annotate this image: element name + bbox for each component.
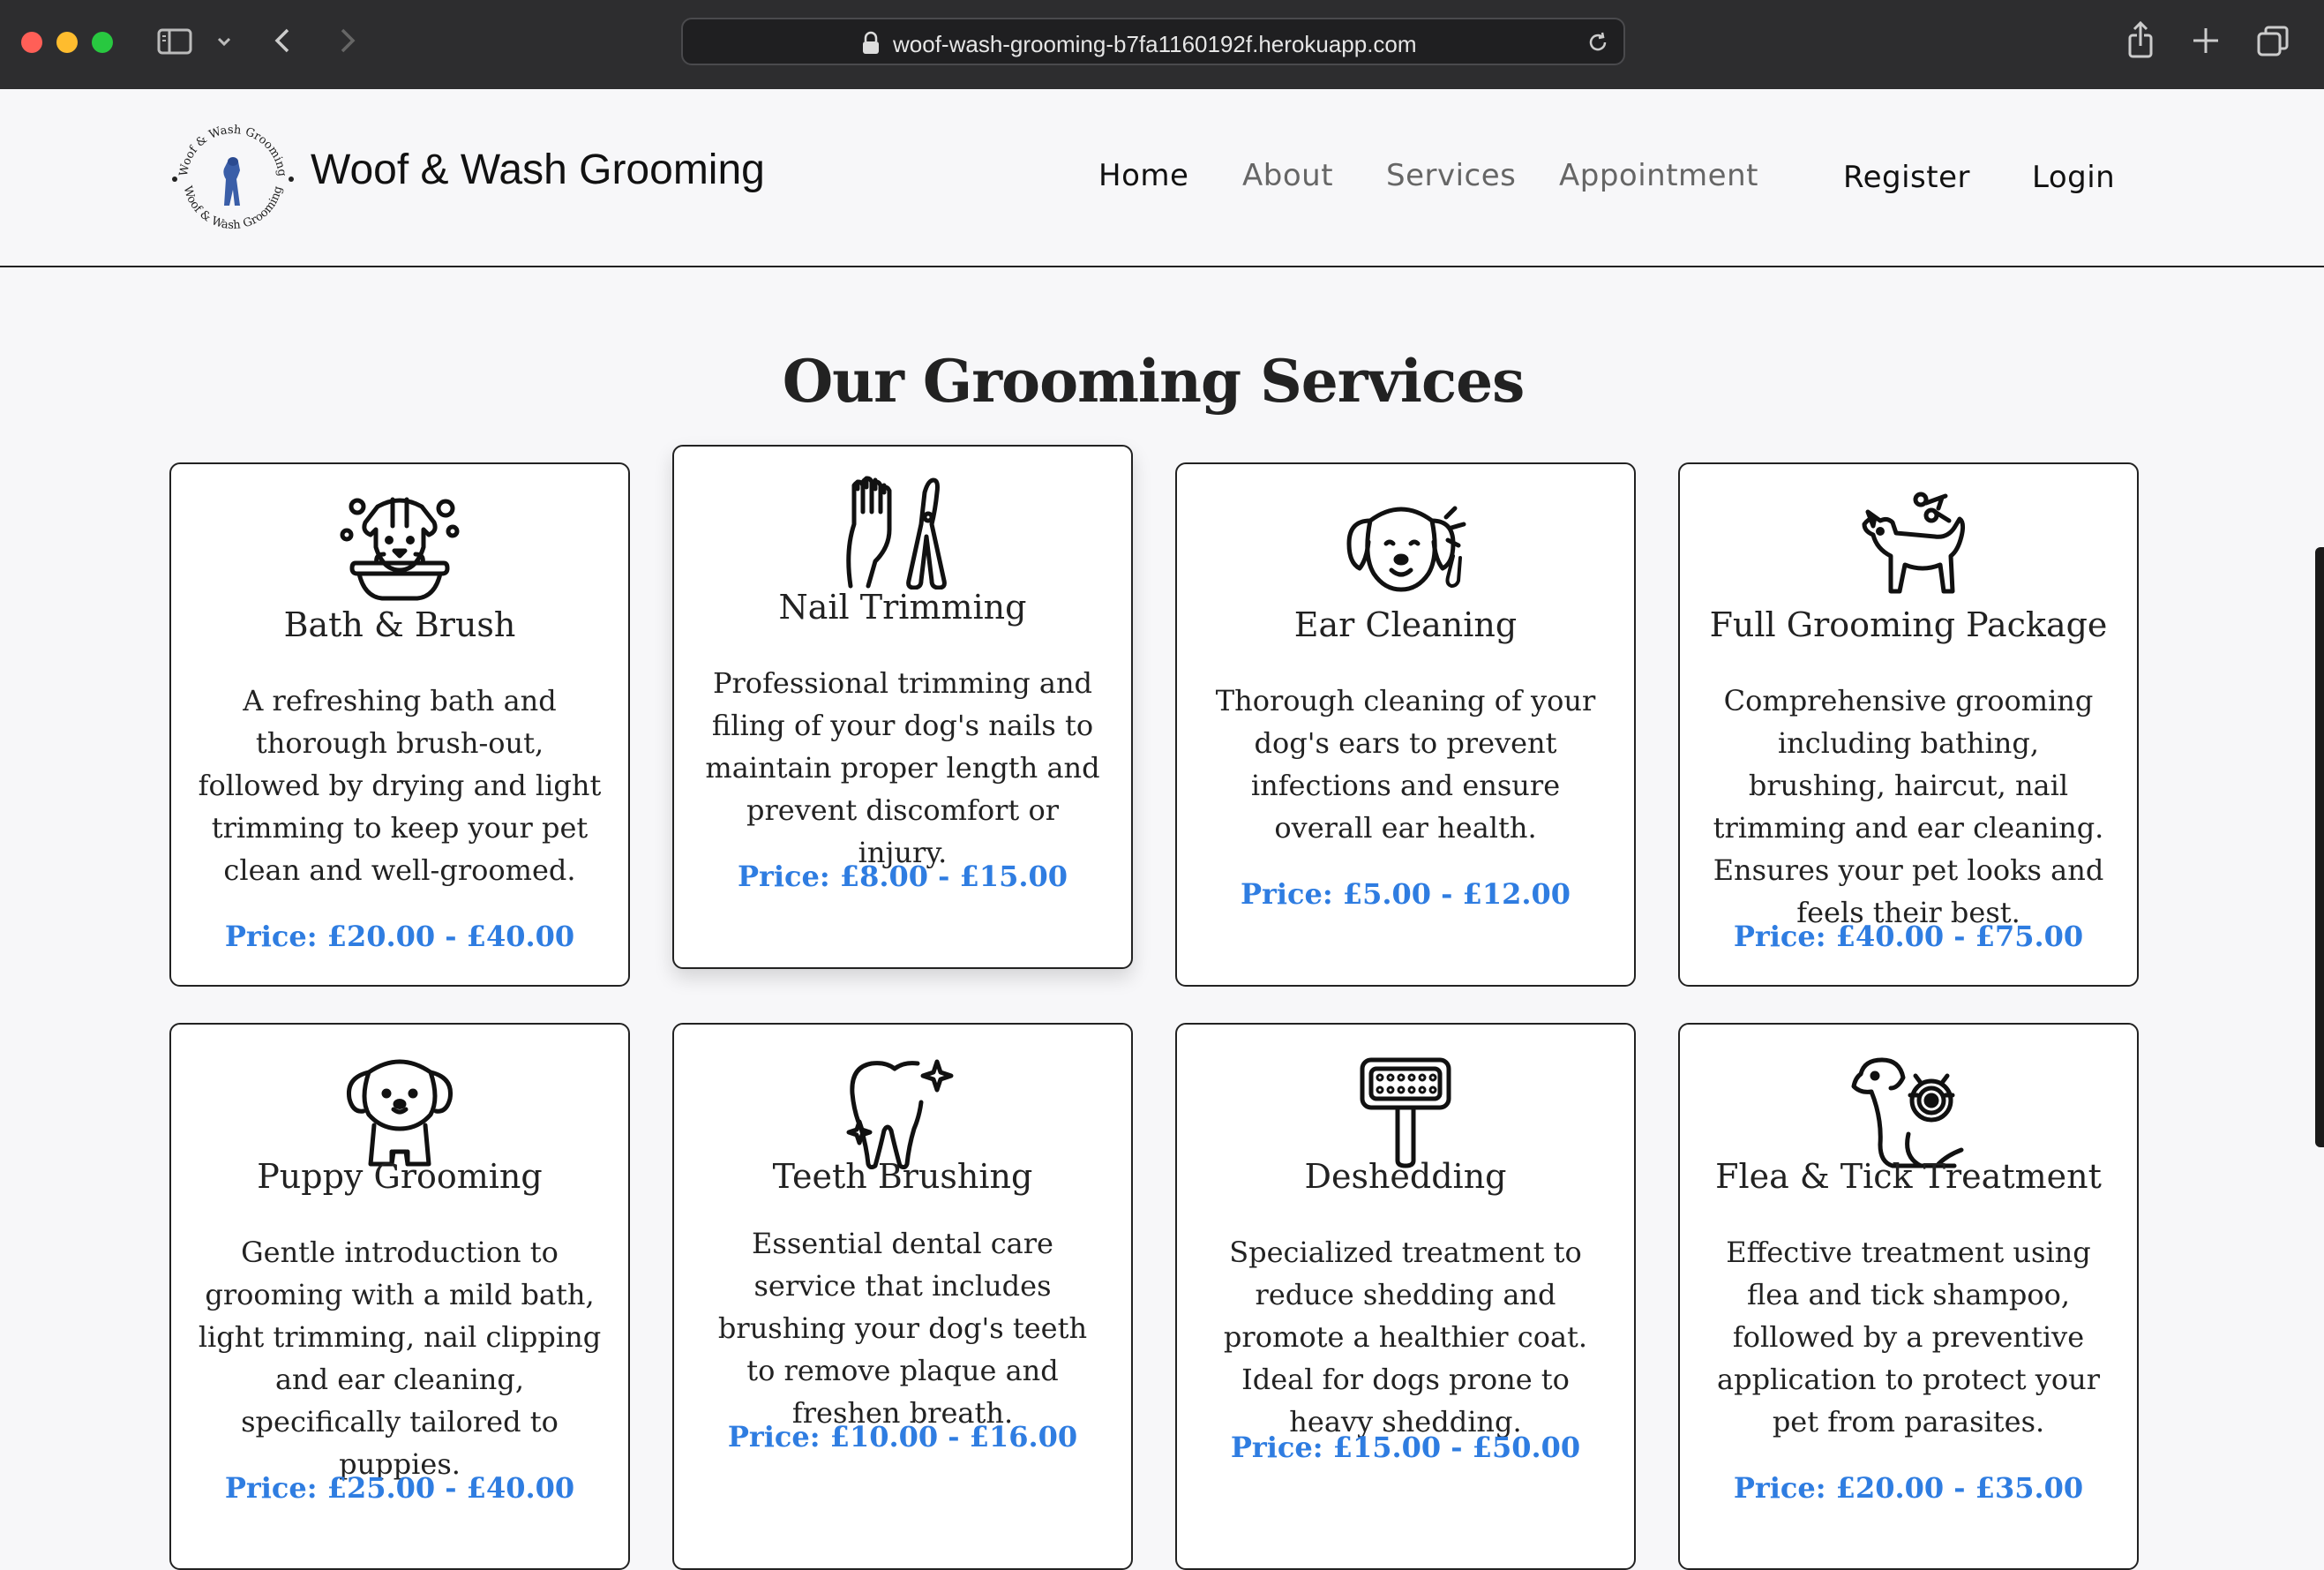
service-price: Price: £10.00 - £16.00 — [727, 1420, 1078, 1454]
service-price: Price: £20.00 - £40.00 — [224, 920, 575, 953]
forward-arrow-icon[interactable] — [334, 19, 360, 62]
tab-overview-icon[interactable] — [2255, 19, 2290, 62]
url-text: woof-wash-grooming-b7fa1160192f.herokuap… — [893, 31, 1417, 57]
brand-name[interactable]: Woof & Wash Grooming — [311, 146, 765, 194]
service-price: Price: £8.00 - £15.00 — [737, 860, 1068, 893]
service-card-full-grooming[interactable]: Full Grooming Package Comprehensive groo… — [1678, 462, 2139, 987]
service-title: Flea & Tick Treatment — [1715, 1157, 2102, 1196]
service-description: Professional trimming and filing of your… — [705, 666, 1100, 869]
service-price: Price: £20.00 - £35.00 — [1733, 1471, 2084, 1505]
chevron-down-icon[interactable] — [215, 19, 233, 62]
service-description: A refreshing bath and thorough brush-out… — [198, 684, 602, 887]
service-title: Ear Cleaning — [1293, 605, 1518, 644]
service-title: Teeth Brushing — [772, 1157, 1033, 1196]
service-title: Bath & Brush — [283, 605, 516, 644]
dog-bath-icon — [338, 489, 461, 604]
service-description: Specialized treatment to reduce shedding… — [1223, 1236, 1588, 1439]
service-card-teeth-brushing[interactable]: Teeth Brushing Essential dental care ser… — [672, 1023, 1133, 1570]
service-description: Essential dental care service that inclu… — [717, 1227, 1088, 1430]
tooth-sparkle-icon — [845, 1055, 960, 1169]
register-link[interactable]: Register — [1843, 160, 1970, 195]
minimize-window-button[interactable] — [56, 32, 78, 53]
share-icon[interactable] — [2123, 19, 2158, 62]
service-description: Thorough cleaning of your dog's ears to … — [1215, 684, 1596, 845]
nail-clipper-icon — [845, 475, 960, 590]
brand-logo[interactable]: Woof & Wash Grooming Woof & Wash Groomin… — [164, 110, 302, 248]
browser-toolbar: woof-wash-grooming-b7fa1160192f.herokuap… — [0, 0, 2324, 90]
deshedding-brush-icon — [1348, 1055, 1463, 1169]
service-card-nail-trimming[interactable]: Nail Trimming Professional trimming and … — [672, 445, 1133, 969]
address-bar[interactable]: woof-wash-grooming-b7fa1160192f.herokuap… — [681, 18, 1625, 65]
sidebar-toggle-icon[interactable] — [157, 19, 192, 62]
lock-icon — [861, 31, 881, 60]
service-card-puppy-grooming[interactable]: Puppy Grooming Gentle introduction to gr… — [169, 1023, 630, 1570]
service-card-deshedding[interactable]: Deshedding Specialized treatment to redu… — [1175, 1023, 1636, 1570]
nav-link-services[interactable]: Services — [1386, 158, 1516, 193]
service-description: Effective treatment using flea and tick … — [1717, 1236, 2100, 1439]
service-card-ear-cleaning[interactable]: Ear Cleaning Thorough cleaning of your d… — [1175, 462, 1636, 987]
service-price: Price: £15.00 - £50.00 — [1230, 1431, 1581, 1464]
dog-flea-icon — [1847, 1055, 1970, 1169]
puppy-icon — [342, 1055, 457, 1169]
service-title: Deshedding — [1304, 1157, 1507, 1196]
close-window-button[interactable] — [21, 32, 42, 53]
service-card-bath-brush[interactable]: Bath & Brush A refreshing bath and thoro… — [169, 462, 630, 987]
service-price: Price: £5.00 - £12.00 — [1240, 877, 1571, 911]
site-header: Woof & Wash Grooming Woof & Wash Groomin… — [0, 89, 2324, 267]
reload-icon[interactable] — [1585, 29, 1611, 60]
scrollbar[interactable] — [2315, 547, 2324, 1147]
dog-scissors-icon — [1847, 491, 1970, 605]
page-title: Our Grooming Services — [782, 347, 1526, 416]
service-price: Price: £40.00 - £75.00 — [1733, 920, 2084, 953]
login-link[interactable]: Login — [2032, 160, 2115, 195]
dog-ear-icon — [1344, 505, 1467, 593]
svg-text:Woof & Wash Grooming: Woof & Wash Grooming — [181, 184, 286, 232]
service-title: Nail Trimming — [778, 588, 1027, 627]
nav-link-about[interactable]: About — [1242, 158, 1333, 193]
new-tab-icon[interactable] — [2190, 19, 2222, 62]
zoom-window-button[interactable] — [92, 32, 113, 53]
nav-link-home[interactable]: Home — [1098, 158, 1188, 193]
service-price: Price: £25.00 - £40.00 — [224, 1471, 575, 1505]
service-title: Full Grooming Package — [1709, 605, 2108, 644]
nav-link-appointment[interactable]: Appointment — [1559, 158, 1758, 193]
service-description: Comprehensive grooming including bathing… — [1713, 684, 2104, 929]
service-description: Gentle introduction to grooming with a m… — [198, 1236, 602, 1481]
service-title: Puppy Grooming — [257, 1157, 543, 1196]
service-card-flea-tick[interactable]: Flea & Tick Treatment Effective treatmen… — [1678, 1023, 2139, 1570]
back-arrow-icon[interactable] — [270, 19, 296, 62]
